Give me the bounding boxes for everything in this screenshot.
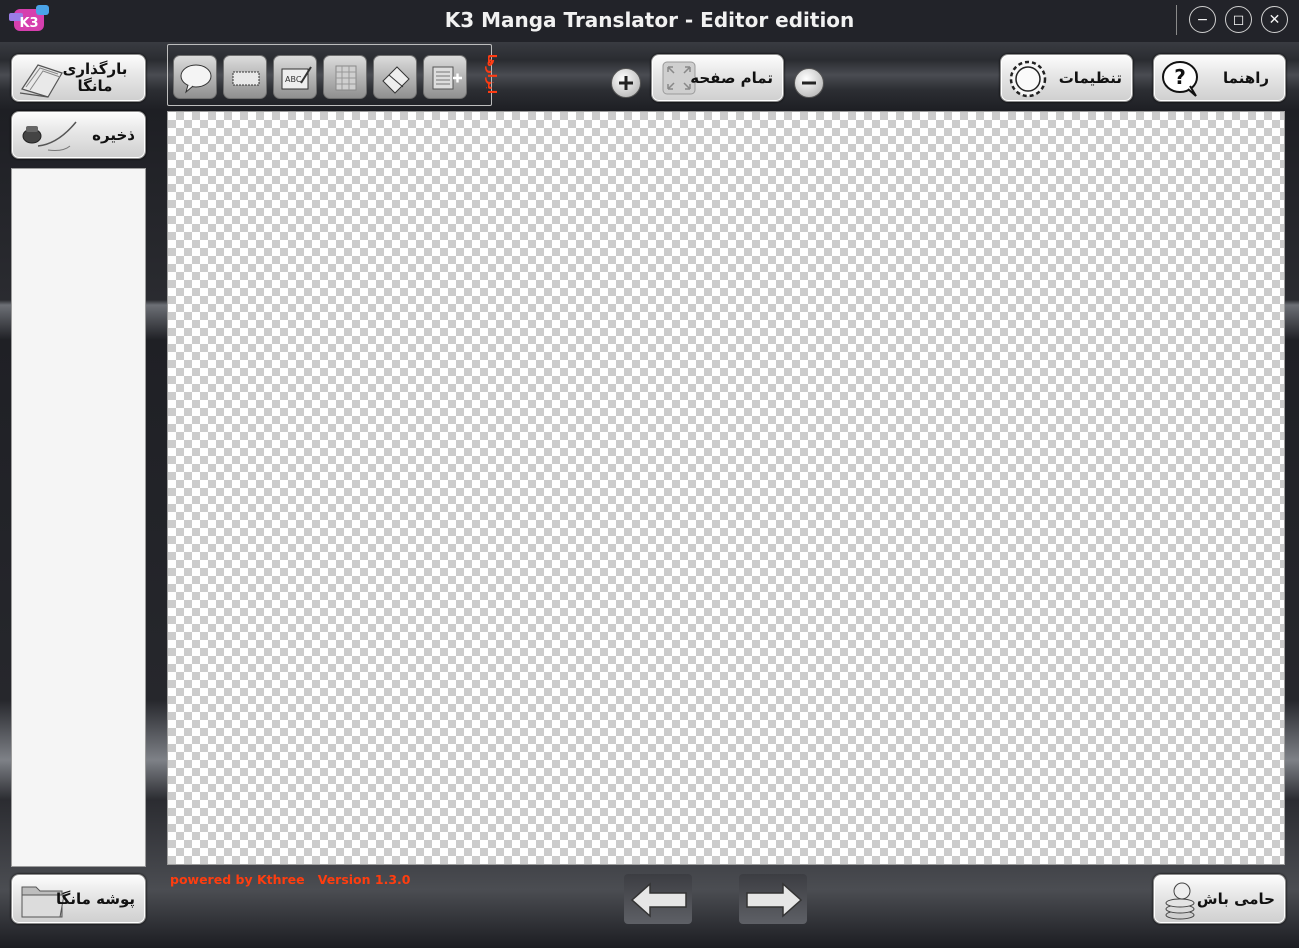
ink-pen-icon — [18, 116, 78, 160]
minus-icon — [795, 81, 823, 101]
add-text-block-tool[interactable] — [423, 55, 467, 99]
load-manga-button[interactable]: بارگذاری مانگا — [11, 54, 146, 102]
page-list-panel[interactable] — [11, 168, 146, 867]
version-text: Version 1.3.0 — [317, 872, 411, 887]
manga-folder-label: پوشه مانگا — [55, 889, 135, 908]
settings-label: تنظیمات — [1058, 68, 1122, 87]
editor-canvas[interactable] — [167, 111, 1285, 865]
gear-icon — [1003, 57, 1053, 105]
close-button[interactable]: ✕ — [1261, 6, 1288, 33]
tools-label: ابزارها — [485, 54, 499, 94]
eraser-tool[interactable] — [373, 55, 417, 99]
help-label: راهنما — [1223, 68, 1269, 87]
svg-text:?: ? — [1174, 65, 1186, 89]
fullscreen-label: تمام صفحه — [690, 68, 773, 87]
plus-icon — [612, 76, 640, 101]
help-question-icon: ? — [1160, 59, 1204, 103]
zoom-in-button[interactable] — [611, 68, 641, 98]
window-title: K3 Manga Translator - Editor edition — [444, 8, 855, 32]
maximize-button[interactable]: ◻ — [1225, 6, 1252, 33]
support-button[interactable]: حامی باش — [1153, 874, 1286, 924]
previous-page-button[interactable] — [624, 874, 692, 924]
powered-by-text: powered by Kthree — [170, 872, 305, 887]
support-label: حامی باش — [1196, 889, 1275, 908]
speech-bubble-tool[interactable] — [173, 55, 217, 99]
save-button[interactable]: ذخیره — [11, 111, 146, 159]
help-button[interactable]: ? راهنما — [1153, 54, 1286, 102]
title-separator — [1176, 5, 1177, 35]
text-edit-tool[interactable]: ABC — [273, 55, 317, 99]
grid-tool[interactable] — [323, 55, 367, 99]
minimize-button[interactable]: − — [1189, 6, 1216, 33]
title-bar: K3 K3 Manga Translator - Editor edition … — [0, 0, 1299, 42]
manga-folder-button[interactable]: پوشه مانگا — [11, 874, 146, 924]
settings-button[interactable]: تنظیمات — [1000, 54, 1133, 102]
zoom-out-button[interactable] — [794, 68, 824, 98]
tools-group: ABC — [167, 44, 492, 106]
load-manga-label: بارگذاری مانگا — [62, 60, 128, 95]
footer-info: powered by Kthree Version 1.3.0 — [170, 872, 411, 887]
text-box-tool[interactable] — [223, 55, 267, 99]
save-label: ذخیره — [92, 125, 135, 144]
svg-text:ABC: ABC — [285, 75, 302, 84]
next-page-button[interactable] — [739, 874, 807, 924]
fullscreen-button[interactable]: تمام صفحه — [651, 54, 784, 102]
